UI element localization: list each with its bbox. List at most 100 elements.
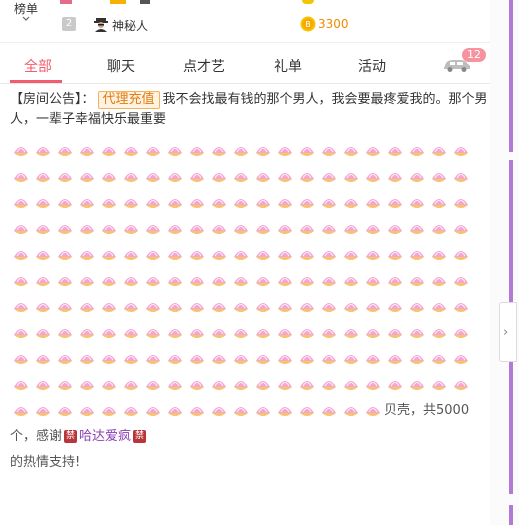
shell-icon [54,398,76,424]
shell-icon [296,372,318,398]
shell-icon [186,268,208,294]
shell-icon [384,268,406,294]
shell-icon [428,190,450,216]
shell-icon [32,346,54,372]
user-level-badge: 禁 [133,430,147,443]
shell-icon [318,372,340,398]
shell-icon [76,138,98,164]
shell-icon [98,346,120,372]
shell-icon [274,242,296,268]
shell-icon [406,164,428,190]
shell-icon [98,138,120,164]
tab-events[interactable]: 活动 [358,56,386,76]
shell-icon [120,242,142,268]
shell-icon [32,268,54,294]
shell-icon [32,138,54,164]
shell-icon [120,138,142,164]
shell-icon [362,138,384,164]
shell-icon [296,138,318,164]
shell-icon [98,372,120,398]
shell-icon [252,216,274,242]
shell-icon [252,164,274,190]
tab-gift-list[interactable]: 礼单 [274,56,302,76]
shell-icon [32,320,54,346]
shell-icon [340,164,362,190]
shell-icon [252,398,274,424]
shell-icon [76,190,98,216]
shell-icon [406,346,428,372]
shell-icon [54,294,76,320]
shell-icon [32,164,54,190]
shell-icon [252,242,274,268]
shell-icon [428,164,450,190]
tab-all[interactable]: 全部 [24,56,52,76]
shell-icon [76,372,98,398]
tab-chat[interactable]: 聊天 [107,56,135,76]
previous-badge-stub [110,0,126,4]
shell-icon [406,294,428,320]
shell-icon [450,346,472,372]
shell-icon [76,268,98,294]
shell-icon [230,372,252,398]
shell-icon [208,164,230,190]
leaderboard-row[interactable]: 2 神秘人 B 3300 [0,12,490,36]
shell-icon [384,346,406,372]
shell-icon [120,190,142,216]
shell-icon [340,190,362,216]
shell-icon [318,190,340,216]
shell-icon [274,216,296,242]
shell-icon [98,268,120,294]
shell-icon [428,294,450,320]
shell-icon [164,320,186,346]
shell-icon [340,372,362,398]
tab-talent-request[interactable]: 点才艺 [183,56,225,76]
shell-icon [340,242,362,268]
agent-recharge-button[interactable]: 代理充值 [97,91,160,109]
shell-icon [362,242,384,268]
shell-icon [450,138,472,164]
shell-icon [384,216,406,242]
shell-icon [230,294,252,320]
shell-icon [274,190,296,216]
shell-icon [406,190,428,216]
shell-icon [186,138,208,164]
shell-icon [164,216,186,242]
shell-icon [230,164,252,190]
shell-icon [340,138,362,164]
shell-icon [362,216,384,242]
shell-icon [340,398,362,424]
shell-icon [32,372,54,398]
shell-icon [428,372,450,398]
shell-icon [230,216,252,242]
user-name: 神秘人 [112,19,149,33]
gift-sender-name[interactable]: 哈达爱疯 [79,429,131,444]
svg-text:B: B [305,20,311,29]
shell-icon [406,320,428,346]
shell-icon [296,190,318,216]
shell-icon [142,398,164,424]
frame-bar-bottom [509,505,513,525]
shell-icon [164,346,186,372]
shell-icon [98,216,120,242]
shell-icon [274,346,296,372]
shell-icon [10,346,32,372]
shell-icon [252,268,274,294]
shell-icon [230,398,252,424]
shell-icon [98,320,120,346]
shell-icon [54,346,76,372]
shell-icon [406,268,428,294]
shell-icon [428,346,450,372]
shell-icon [296,398,318,424]
shell-icon [428,320,450,346]
shell-icon [274,294,296,320]
collapse-panel-handle[interactable]: › [499,302,517,362]
shell-icon [362,164,384,190]
shell-icon [98,164,120,190]
shell-icon [296,346,318,372]
shell-icon [318,398,340,424]
coin-icon: B [300,16,316,32]
shell-icon [450,190,472,216]
shell-icon [450,216,472,242]
shell-icon [362,346,384,372]
shell-icon [54,164,76,190]
